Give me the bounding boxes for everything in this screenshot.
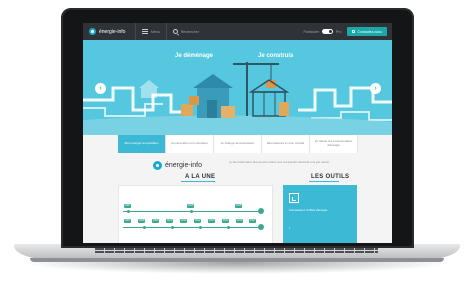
screen-content: énergie-info Le site d'information des p… [83, 23, 392, 243]
timeline-dot [199, 226, 202, 229]
timeline-chip[interactable]: 2008 [138, 219, 146, 223]
timeline-chip[interactable]: 2017 [249, 219, 257, 223]
timeline-chip[interactable]: 2018 [235, 204, 243, 208]
timeline-chip[interactable]: 2009 [152, 219, 160, 223]
timeline-chip[interactable]: 2016 [236, 219, 244, 223]
timeline-dot [143, 226, 146, 229]
timeline-dot [171, 226, 174, 229]
intro-logo-icon [153, 161, 162, 170]
timeline-dot [127, 210, 130, 213]
intro-brand: énergie-info [153, 161, 202, 170]
timeline-chip[interactable]: 2011 [180, 219, 188, 223]
une-timeline-card [118, 185, 273, 243]
intro-name: énergie-info [165, 162, 202, 169]
outils-more-arrow[interactable]: › [289, 225, 290, 230]
timeline-chip[interactable]: 2010 [166, 219, 174, 223]
timeline-chip[interactable]: 2013 [208, 219, 216, 223]
outils-title-rule [309, 181, 339, 182]
section-title-une: A LA UNE [185, 174, 216, 180]
intro-description: Le site d'information des pouvoirs publi… [229, 161, 330, 164]
outils-card-text: Comparateur d'offres d'énergie [289, 208, 328, 212]
une-title-rule [181, 181, 215, 182]
timeline-chip[interactable]: 2014 [222, 219, 230, 223]
chart-icon [289, 193, 299, 203]
timeline-end-marker [258, 208, 264, 214]
laptop-base-edge [30, 258, 444, 262]
laptop-keyboard [95, 248, 378, 256]
timeline-dot [227, 226, 230, 229]
timeline-chip[interactable]: 2012 [194, 219, 202, 223]
timeline-end-marker [258, 224, 264, 230]
section-title-outils: LES OUTILS [311, 174, 350, 180]
timeline-dot [190, 210, 193, 213]
timeline-chip[interactable]: 2007 [124, 219, 132, 223]
timeline-chip[interactable]: 2015 [187, 204, 195, 208]
timeline-chip[interactable]: 2007 [124, 204, 132, 208]
